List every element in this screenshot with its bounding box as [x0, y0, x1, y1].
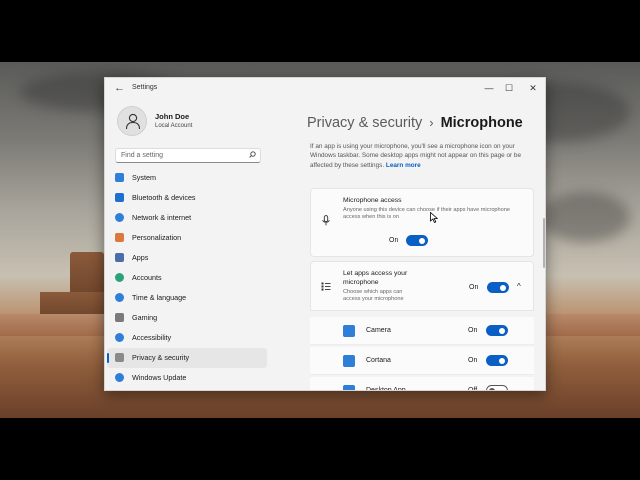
let-apps-toggle[interactable]: [487, 282, 509, 293]
sidebar-item-label: System: [132, 173, 156, 182]
let-apps-desc: Choose which apps can access your microp…: [343, 289, 404, 302]
app-toggle[interactable]: [486, 325, 508, 336]
controller-icon: [115, 313, 124, 322]
sidebar-item-label: Accessibility: [132, 333, 172, 342]
app-name: Desktop App: [366, 387, 406, 391]
sidebar-nav: System Bluetooth & devices Network & inter…: [107, 168, 269, 388]
sidebar-item-accounts[interactable]: Accounts: [107, 268, 267, 288]
sidebar-item-bluetooth-devices[interactable]: Bluetooth & devices: [107, 188, 267, 208]
microphone-access-card: Microphone access Anyone using this devi…: [310, 188, 534, 257]
sidebar-item-label: Apps: [132, 253, 149, 262]
app-name: Cortana: [366, 357, 391, 364]
page-description: If an app is using your microphone, you'…: [310, 142, 538, 170]
app-row-desktop-app: Desktop App Off: [310, 377, 534, 391]
sidebar-item-label: Windows Update: [132, 373, 187, 382]
wifi-icon: [115, 213, 124, 222]
cloud: [540, 192, 630, 242]
microphone-access-title: Microphone access: [343, 197, 402, 204]
globe-clock-icon: [115, 293, 124, 302]
minimize-button[interactable]: —: [479, 80, 499, 96]
microphone-access-toggle[interactable]: [406, 235, 428, 246]
shield-icon: [115, 353, 124, 362]
sidebar-item-time-language[interactable]: Time & language: [107, 288, 267, 308]
let-apps-title: Let apps access your microphone: [343, 270, 408, 286]
bluetooth-icon: [115, 193, 124, 202]
sidebar-item-apps[interactable]: Apps: [107, 248, 267, 268]
app-row-cortana: Cortana On: [310, 347, 534, 375]
avatar: [117, 106, 147, 136]
maximize-button[interactable]: ☐: [499, 80, 519, 96]
account-type: Local Account: [155, 123, 193, 129]
update-icon: [115, 373, 124, 382]
app-icon: [343, 385, 355, 390]
sidebar-item-label: Privacy & security: [132, 353, 190, 362]
page-title: Microphone: [440, 115, 523, 131]
person-icon: [125, 113, 141, 130]
person-icon: [115, 273, 124, 282]
sidebar-item-label: Time & language: [132, 293, 187, 302]
title-bar: ← Settings — ☐ ✕: [105, 78, 545, 100]
close-button[interactable]: ✕: [523, 80, 543, 96]
learn-more-link[interactable]: Learn more: [386, 162, 421, 169]
page-header: Privacy & security › Microphone: [307, 115, 523, 131]
apps-icon: [115, 253, 124, 262]
user-name: John Doe: [155, 112, 190, 121]
breadcrumb-privacy[interactable]: Privacy & security: [307, 115, 422, 131]
search-input[interactable]: Find a setting: [115, 148, 261, 163]
chevron-up-icon[interactable]: ^: [517, 282, 521, 291]
sidebar-item-system[interactable]: System: [107, 168, 267, 188]
microphone-icon: [322, 215, 330, 228]
monitor-icon: [115, 173, 124, 182]
scrollbar[interactable]: [543, 218, 545, 268]
let-apps-access-card[interactable]: Let apps access your microphone Choose w…: [310, 261, 534, 311]
app-state: On: [468, 357, 478, 364]
mouse-cursor-icon: [430, 211, 439, 225]
brush-icon: [115, 233, 124, 242]
window-title: Settings: [132, 84, 158, 91]
microphone-access-state: On: [389, 237, 399, 244]
sidebar-item-label: Gaming: [132, 313, 158, 322]
sidebar-item-accessibility[interactable]: Accessibility: [107, 328, 267, 348]
app-toggle[interactable]: [486, 355, 508, 366]
sidebar-item-label: Bluetooth & devices: [132, 193, 196, 202]
microphone-access-desc: Anyone using this device can choose if t…: [343, 207, 510, 220]
sidebar-item-label: Personalization: [132, 233, 182, 242]
sidebar-item-windows-update[interactable]: Windows Update: [107, 368, 267, 388]
app-state: On: [468, 327, 478, 334]
app-toggle[interactable]: [486, 385, 508, 390]
sidebar-item-gaming[interactable]: Gaming: [107, 308, 267, 328]
sidebar-item-privacy-security[interactable]: Privacy & security: [107, 348, 267, 368]
sidebar-item-label: Accounts: [132, 273, 162, 282]
user-profile[interactable]: John Doe Local Account: [115, 106, 275, 138]
search-placeholder: Find a setting: [121, 152, 164, 159]
sidebar-item-network-internet[interactable]: Network & internet: [107, 208, 267, 228]
app-row-camera: Camera On: [310, 317, 534, 345]
app-state: Off: [468, 387, 478, 391]
search-icon: [249, 151, 256, 160]
accessibility-icon: [115, 333, 124, 342]
back-arrow-icon[interactable]: ←: [114, 82, 125, 94]
sidebar-item-personalization[interactable]: Personalization: [107, 228, 267, 248]
breadcrumb-separator: ›: [429, 115, 434, 130]
list-icon: [321, 282, 331, 293]
app-icon: [343, 355, 355, 367]
app-icon: [343, 325, 355, 337]
app-name: Camera: [366, 327, 391, 334]
settings-window: ← Settings — ☐ ✕ John Doe Local Account …: [104, 77, 546, 391]
let-apps-state: On: [469, 284, 479, 291]
sidebar-item-label: Network & internet: [132, 213, 192, 222]
